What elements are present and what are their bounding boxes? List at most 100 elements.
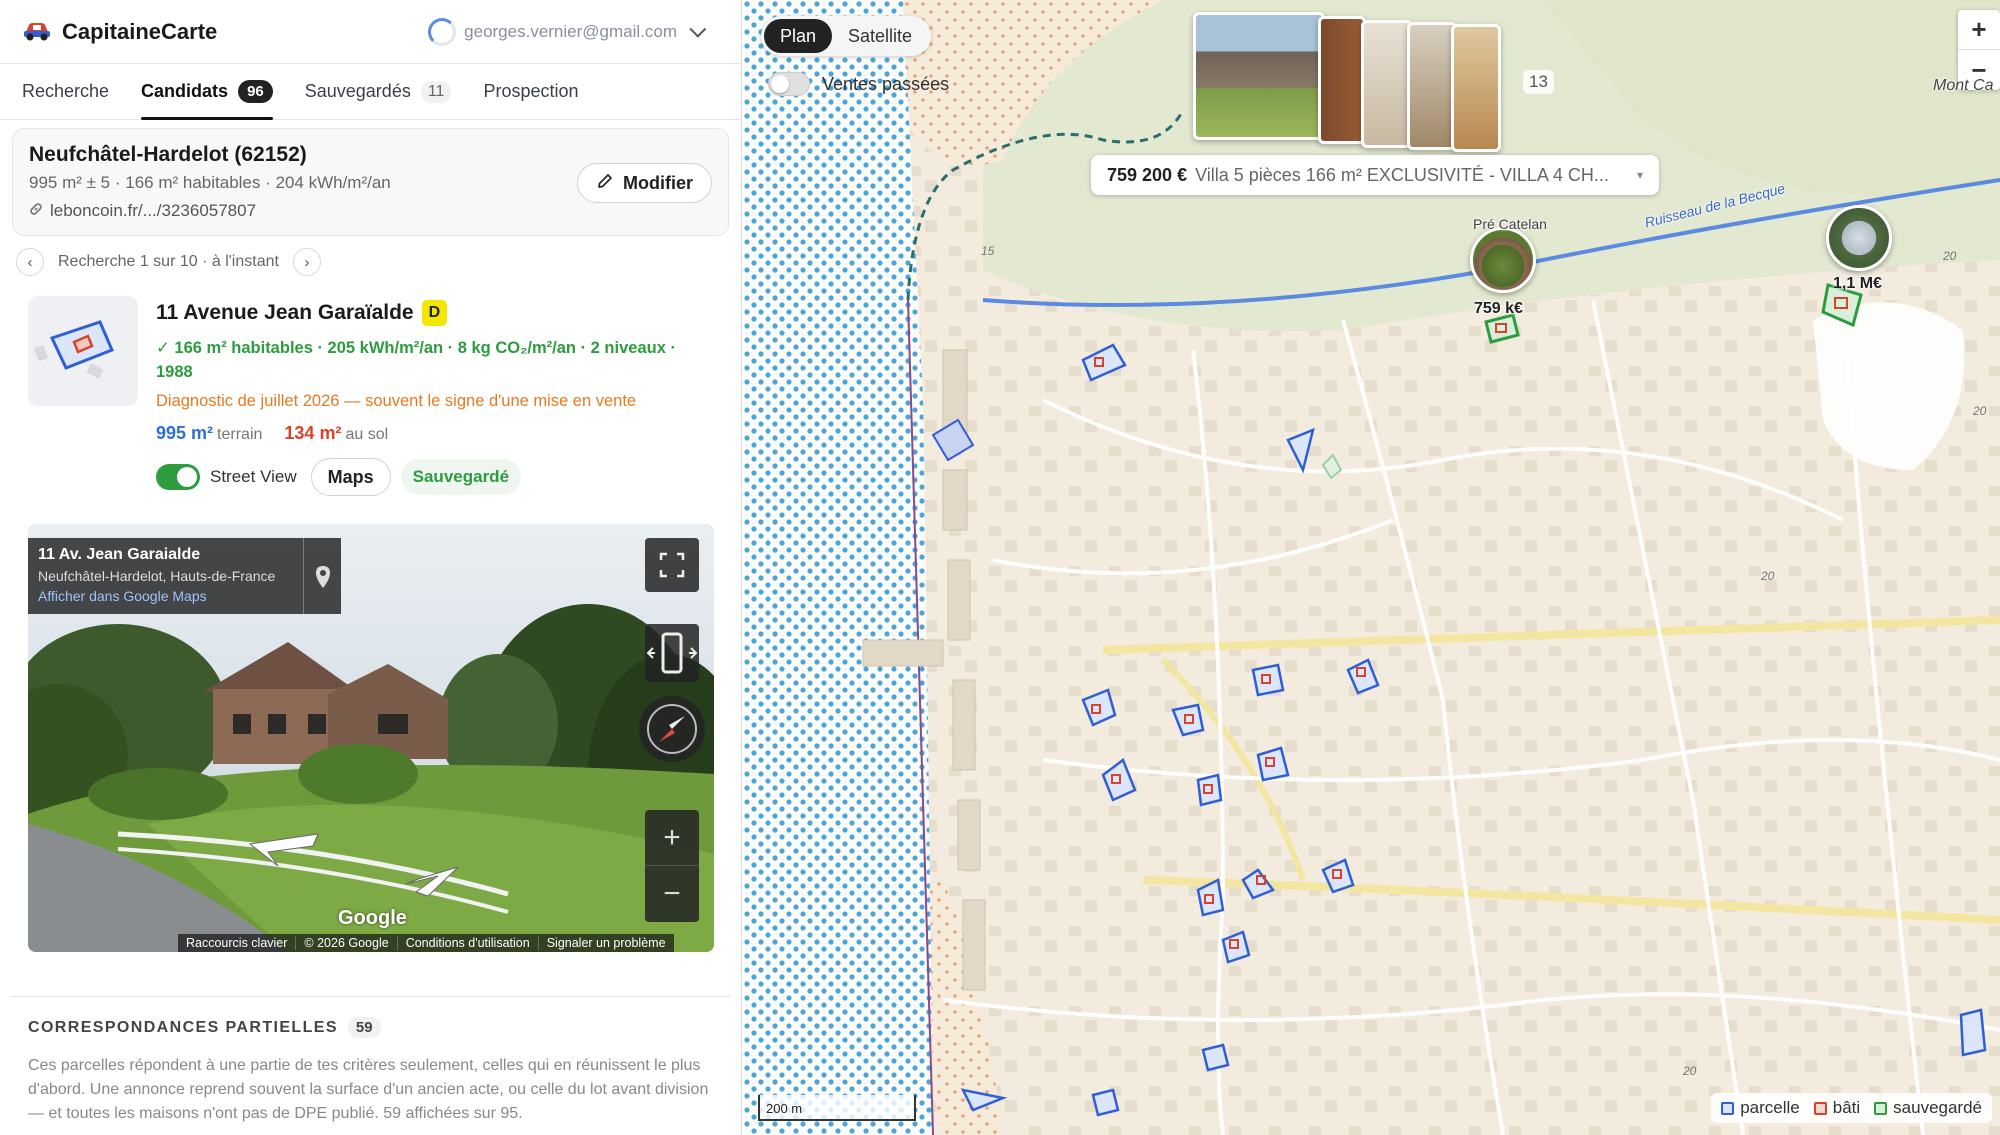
svg-text:20: 20 <box>1682 1064 1697 1078</box>
compass-icon <box>639 704 705 766</box>
photo-count: 13 <box>1523 70 1554 94</box>
candidats-count-badge: 96 <box>238 80 273 103</box>
listing-price: 759 200 € <box>1107 164 1188 185</box>
tab-prospection[interactable]: Prospection <box>483 64 578 120</box>
app-logo[interactable]: CapitaineCarte <box>22 16 217 47</box>
result-address: 11 Avenue Jean Garaïalde <box>156 301 414 324</box>
sauvegarde-swatch <box>1874 1101 1888 1115</box>
street-view-toggle[interactable] <box>156 464 200 490</box>
terms-link[interactable]: Conditions d'utilisation <box>396 936 538 950</box>
legend-sauvegarde: sauvegardé <box>1893 1098 1982 1117</box>
map-scale-bar: 200 m <box>758 1095 916 1121</box>
map-mode-satellite[interactable]: Satellite <box>832 19 928 53</box>
listing-photo-2[interactable] <box>1318 16 1366 144</box>
top-bar: CapitaineCarte georges.vernier@gmail.com <box>0 0 741 64</box>
tab-sauvegardes[interactable]: Sauvegardés 11 <box>305 64 452 120</box>
rotate-view-icon <box>645 632 699 686</box>
chevron-down-icon <box>689 20 707 38</box>
diagnostic-note: Diagnostic de juillet 2026 — souvent le … <box>156 392 637 410</box>
result-actions: Street View Maps Sauvegardé <box>156 458 713 496</box>
modify-label: Modifier <box>623 172 693 193</box>
sv-zoom-out-button[interactable]: − <box>645 866 699 922</box>
chevron-right-icon: › <box>304 253 310 271</box>
next-search-button[interactable]: › <box>292 248 321 276</box>
svg-text:20: 20 <box>1942 249 1957 263</box>
partial-matches-count: 59 <box>347 1017 381 1038</box>
chevron-left-icon: ‹ <box>27 253 33 271</box>
parcel-thumbnail <box>28 296 138 406</box>
listing-pin-price[interactable]: 759 k€ <box>1474 300 1523 318</box>
svg-text:20: 20 <box>1972 404 1987 418</box>
side-panel: CapitaineCarte georges.vernier@gmail.com… <box>0 0 742 1135</box>
map-type-switch: Plan Satellite <box>761 16 932 56</box>
app-name: CapitaineCarte <box>62 18 218 44</box>
listing-photo-strip[interactable] <box>1193 12 1513 152</box>
map-mode-plan[interactable]: Plan <box>764 19 833 53</box>
keyboard-shortcuts-link[interactable]: Raccourcis clavier <box>178 936 295 950</box>
sauvegardes-count-badge: 11 <box>420 80 452 103</box>
listing-photo-1[interactable] <box>1193 12 1325 140</box>
previous-search-button[interactable]: ‹ <box>16 248 44 276</box>
street-view-label: Street View <box>210 467 297 486</box>
terrain-value: 995 m² <box>156 423 214 443</box>
place-label-mont: Mont Ca <box>1933 77 1994 94</box>
pencil-icon <box>596 172 614 195</box>
map-zoom-in-button[interactable]: + <box>1958 10 2000 50</box>
car-logo-icon <box>22 16 52 47</box>
search-summary-card: Neufchâtel-Hardelot (62152) 995 m² ± 5 ·… <box>12 128 729 236</box>
loading-spinner-icon <box>428 17 457 46</box>
street-view-locality: Neufchâtel-Hardelot, Hauts-de-France <box>38 568 276 584</box>
sol-value: 134 m² <box>284 423 342 443</box>
listing-pin-price-2[interactable]: 1,1 M€ <box>1833 275 1882 293</box>
tab-label: Sauvegardés <box>304 81 411 101</box>
open-in-google-maps-link[interactable]: Afficher dans Google Maps <box>38 588 331 604</box>
saved-button[interactable]: Sauvegardé <box>400 459 522 495</box>
account-menu[interactable]: georges.vernier@gmail.com <box>428 17 707 46</box>
partial-matches-title: CORRESPONDANCES PARTIELLES <box>28 1018 338 1036</box>
listing-pin-photo[interactable] <box>1470 227 1536 293</box>
candidate-result[interactable]: 11 Avenue Jean Garaïalde D ✓ 166 m² habi… <box>0 288 741 496</box>
listing-link[interactable]: leboncoin.fr/.../3236057807 <box>29 201 712 221</box>
maps-button[interactable]: Maps <box>310 458 391 496</box>
past-sales-toggle[interactable] <box>768 72 810 96</box>
listing-description: Villa 5 pièces 166 m² EXCLUSIVITÉ - VILL… <box>1195 164 1609 185</box>
bati-swatch <box>1813 1101 1827 1115</box>
tab-candidats[interactable]: Candidats 96 <box>141 64 273 120</box>
location-pin-icon[interactable] <box>303 538 341 614</box>
modify-button[interactable]: Modifier <box>577 163 712 203</box>
copyright-text: © 2026 Google <box>295 936 396 950</box>
street-view-panorama[interactable]: 11 Av. Jean Garaialde Neufchâtel-Hardelo… <box>28 524 714 952</box>
tab-label: Recherche <box>22 81 110 101</box>
listing-link-text: leboncoin.fr/.../3236057807 <box>50 201 257 220</box>
listing-photo-5[interactable] <box>1451 24 1501 152</box>
street-view-zoom-control: + − <box>645 810 699 922</box>
area-summary: 995 m² terrain 134 m² au sol <box>156 423 713 444</box>
pager-text: Recherche 1 sur 10 · à l'instant <box>58 253 279 270</box>
fullscreen-icon <box>645 552 699 596</box>
result-metrics: ✓ 166 m² habitables · 205 kWh/m²/an · 8 … <box>156 339 676 381</box>
past-sales-label: Ventes passées <box>822 73 950 94</box>
map-view[interactable]: 15 20 20 20 20 Plan Satellite Ventes pas… <box>743 0 2000 1135</box>
place-label-pre-catelan: Pré Catelan <box>1473 216 1547 232</box>
listing-photo-4[interactable] <box>1407 22 1457 150</box>
svg-text:15: 15 <box>981 244 995 258</box>
street-view-info-box: 11 Av. Jean Garaialde Neufchâtel-Hardelo… <box>28 538 341 614</box>
report-problem-link[interactable]: Signaler un problème <box>537 936 674 950</box>
partial-matches-section: CORRESPONDANCES PARTIELLES 59 Ces parcel… <box>10 996 730 1126</box>
listing-photo-3[interactable] <box>1361 20 1413 148</box>
listing-selector[interactable]: 759 200 € Villa 5 pièces 166 m² EXCLUSIV… <box>1091 155 1659 195</box>
legend-parcelle: parcelle <box>1740 1098 1800 1117</box>
street-view-address: 11 Av. Jean Garaialde <box>38 546 201 563</box>
google-logo: Google <box>338 907 407 929</box>
svg-text:20: 20 <box>1760 569 1775 583</box>
compass-button[interactable] <box>639 696 705 762</box>
tab-label: Prospection <box>483 81 579 101</box>
pegman-control[interactable] <box>645 624 699 682</box>
main-tabs: Recherche Candidats 96 Sauvegardés 11 Pr… <box>0 64 741 120</box>
search-pager: ‹ Recherche 1 sur 10 · à l'instant › <box>0 236 741 288</box>
tab-recherche[interactable]: Recherche <box>22 64 109 120</box>
caret-down-icon: ▾ <box>1636 168 1643 182</box>
sv-zoom-in-button[interactable]: + <box>645 810 699 866</box>
fullscreen-button[interactable] <box>645 538 699 592</box>
listing-pin-photo-2[interactable] <box>1826 205 1892 271</box>
